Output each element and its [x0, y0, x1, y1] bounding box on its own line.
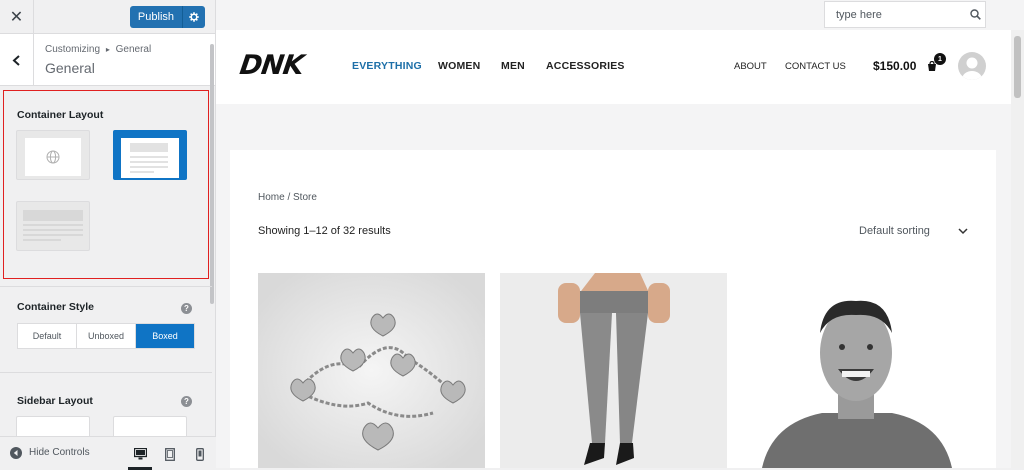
globe-icon — [46, 150, 60, 164]
site-header: DNK EVERYTHING WOMEN MEN ACCESSORIES ABO… — [216, 30, 1011, 104]
site-preview: type here DNK EVERYTHING WOMEN MEN ACCES… — [216, 0, 1024, 468]
chevron-down-icon[interactable] — [958, 226, 968, 236]
help-icon[interactable]: ? — [181, 396, 192, 407]
back-button[interactable] — [0, 34, 34, 86]
close-customizer-button[interactable]: ✕ — [0, 0, 34, 34]
mobile-preview-button[interactable] — [192, 445, 208, 463]
cart-total[interactable]: $150.00 — [873, 59, 916, 73]
product-image-bracelet[interactable] — [258, 273, 485, 468]
section-divider — [0, 372, 212, 373]
avatar-icon — [962, 57, 982, 80]
publish-group: Publish — [129, 6, 205, 28]
container-layout-label: Container Layout — [17, 109, 104, 121]
breadcrumb-separator: ▸ — [105, 45, 110, 54]
layout-option-default[interactable] — [16, 130, 90, 180]
sorting-select[interactable]: Default sorting — [859, 225, 930, 237]
layout-option-full-width[interactable] — [16, 201, 90, 251]
shop-breadcrumb[interactable]: Home / Store — [258, 192, 317, 203]
style-option-unboxed[interactable]: Unboxed — [77, 324, 136, 348]
hide-controls-label: Hide Controls — [29, 447, 90, 458]
desktop-preview-button[interactable] — [128, 445, 152, 470]
cart-count-badge: 1 — [934, 53, 946, 65]
search-placeholder: type here — [836, 8, 882, 21]
close-icon: ✕ — [9, 9, 24, 26]
section-header: Customizing ▸ General General — [0, 34, 215, 86]
style-option-default[interactable]: Default — [18, 324, 77, 348]
nav-accessories[interactable]: ACCESSORIES — [546, 60, 625, 72]
section-divider — [0, 286, 212, 287]
bracelet-image — [258, 273, 485, 468]
style-option-boxed[interactable]: Boxed — [136, 324, 194, 348]
layout-option-boxed[interactable] — [113, 130, 187, 180]
section-title: General — [45, 60, 95, 76]
preview-scrollbar[interactable] — [1011, 30, 1024, 468]
sidebar-top-bar: ✕ Publish — [0, 0, 215, 34]
nav-everything[interactable]: EVERYTHING — [352, 60, 422, 72]
nav-about[interactable]: ABOUT — [734, 61, 767, 72]
nav-women[interactable]: WOMEN — [438, 60, 480, 72]
tablet-preview-button[interactable] — [162, 445, 178, 463]
sidebar-scrollbar[interactable] — [210, 44, 214, 304]
publish-settings-button[interactable] — [183, 6, 205, 28]
search-input[interactable]: type here — [824, 1, 986, 28]
nav-men[interactable]: MEN — [501, 60, 525, 72]
hide-controls-button[interactable]: Hide Controls — [10, 446, 90, 459]
collapse-icon — [10, 446, 22, 459]
desktop-icon — [133, 448, 147, 460]
sidebar-footer: Hide Controls — [0, 436, 216, 470]
breadcrumb: Customizing ▸ General — [45, 44, 151, 55]
mobile-icon — [196, 447, 204, 461]
chevron-left-icon — [12, 54, 20, 66]
container-style-toggle: Default Unboxed Boxed — [17, 323, 195, 349]
nav-contact[interactable]: CONTACT US — [785, 61, 846, 72]
breadcrumb-current: General — [115, 44, 152, 55]
sidebar-layout-option[interactable] — [16, 416, 90, 438]
man-portrait-image — [742, 273, 969, 468]
search-icon[interactable] — [965, 9, 985, 20]
sidebar-layout-label: Sidebar Layout — [17, 395, 93, 407]
breadcrumb-root: Customizing — [45, 44, 101, 55]
publish-button[interactable]: Publish — [129, 6, 183, 28]
product-image-man[interactable] — [742, 273, 969, 468]
preview-top-bar: type here — [216, 0, 1024, 30]
sidebar-layout-option[interactable] — [113, 416, 187, 438]
help-icon[interactable]: ? — [181, 303, 192, 314]
product-image-jeans[interactable] — [500, 273, 727, 468]
result-count: Showing 1–12 of 32 results — [258, 225, 391, 237]
shop-content: Home / Store Showing 1–12 of 32 results … — [230, 150, 996, 468]
site-logo[interactable]: DNK — [238, 50, 305, 81]
user-avatar[interactable] — [958, 52, 986, 80]
gear-icon — [189, 12, 199, 22]
customizer-sidebar: ✕ Publish Customizing ▸ General General … — [0, 0, 216, 470]
container-style-label: Container Style — [17, 301, 95, 313]
jeans-image — [500, 273, 727, 468]
tablet-icon — [165, 447, 175, 461]
